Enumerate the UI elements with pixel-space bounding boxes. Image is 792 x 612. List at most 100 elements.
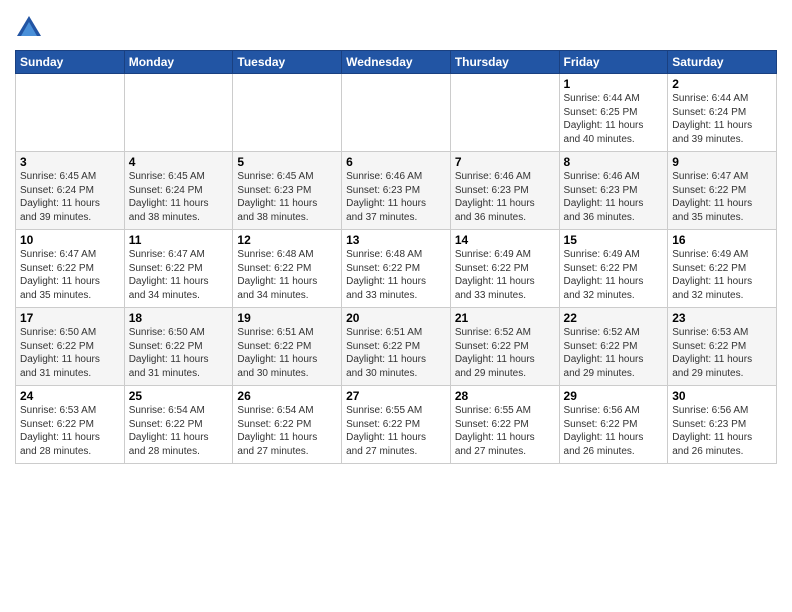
day-header-saturday: Saturday bbox=[668, 51, 777, 74]
day-info: Sunrise: 6:51 AM Sunset: 6:22 PM Dayligh… bbox=[346, 326, 446, 380]
week-row-4: 17Sunrise: 6:50 AM Sunset: 6:22 PM Dayli… bbox=[16, 308, 777, 386]
day-cell: 26Sunrise: 6:54 AM Sunset: 6:22 PM Dayli… bbox=[233, 386, 342, 464]
week-row-1: 1Sunrise: 6:44 AM Sunset: 6:25 PM Daylig… bbox=[16, 74, 777, 152]
day-number: 15 bbox=[564, 233, 664, 247]
day-number: 9 bbox=[672, 155, 772, 169]
day-number: 20 bbox=[346, 311, 446, 325]
day-info: Sunrise: 6:52 AM Sunset: 6:22 PM Dayligh… bbox=[564, 326, 664, 380]
day-cell: 1Sunrise: 6:44 AM Sunset: 6:25 PM Daylig… bbox=[559, 74, 668, 152]
day-cell: 7Sunrise: 6:46 AM Sunset: 6:23 PM Daylig… bbox=[450, 152, 559, 230]
day-cell: 10Sunrise: 6:47 AM Sunset: 6:22 PM Dayli… bbox=[16, 230, 125, 308]
day-header-monday: Monday bbox=[124, 51, 233, 74]
day-number: 11 bbox=[129, 233, 229, 247]
logo bbox=[15, 14, 47, 42]
day-info: Sunrise: 6:51 AM Sunset: 6:22 PM Dayligh… bbox=[237, 326, 337, 380]
day-number: 3 bbox=[20, 155, 120, 169]
day-cell: 15Sunrise: 6:49 AM Sunset: 6:22 PM Dayli… bbox=[559, 230, 668, 308]
day-header-tuesday: Tuesday bbox=[233, 51, 342, 74]
day-number: 6 bbox=[346, 155, 446, 169]
calendar-table: SundayMondayTuesdayWednesdayThursdayFrid… bbox=[15, 50, 777, 464]
day-info: Sunrise: 6:55 AM Sunset: 6:22 PM Dayligh… bbox=[455, 404, 555, 458]
day-number: 13 bbox=[346, 233, 446, 247]
day-info: Sunrise: 6:47 AM Sunset: 6:22 PM Dayligh… bbox=[672, 170, 772, 224]
day-number: 2 bbox=[672, 77, 772, 91]
day-number: 19 bbox=[237, 311, 337, 325]
day-cell: 24Sunrise: 6:53 AM Sunset: 6:22 PM Dayli… bbox=[16, 386, 125, 464]
week-row-2: 3Sunrise: 6:45 AM Sunset: 6:24 PM Daylig… bbox=[16, 152, 777, 230]
day-info: Sunrise: 6:45 AM Sunset: 6:24 PM Dayligh… bbox=[129, 170, 229, 224]
page: SundayMondayTuesdayWednesdayThursdayFrid… bbox=[0, 0, 792, 474]
day-info: Sunrise: 6:54 AM Sunset: 6:22 PM Dayligh… bbox=[237, 404, 337, 458]
day-cell bbox=[450, 74, 559, 152]
day-info: Sunrise: 6:50 AM Sunset: 6:22 PM Dayligh… bbox=[20, 326, 120, 380]
day-cell: 2Sunrise: 6:44 AM Sunset: 6:24 PM Daylig… bbox=[668, 74, 777, 152]
day-header-friday: Friday bbox=[559, 51, 668, 74]
day-cell: 19Sunrise: 6:51 AM Sunset: 6:22 PM Dayli… bbox=[233, 308, 342, 386]
day-cell bbox=[16, 74, 125, 152]
day-cell: 21Sunrise: 6:52 AM Sunset: 6:22 PM Dayli… bbox=[450, 308, 559, 386]
day-header-sunday: Sunday bbox=[16, 51, 125, 74]
logo-icon bbox=[15, 14, 43, 42]
day-cell: 16Sunrise: 6:49 AM Sunset: 6:22 PM Dayli… bbox=[668, 230, 777, 308]
day-number: 23 bbox=[672, 311, 772, 325]
day-number: 29 bbox=[564, 389, 664, 403]
header bbox=[15, 10, 777, 42]
day-cell: 20Sunrise: 6:51 AM Sunset: 6:22 PM Dayli… bbox=[342, 308, 451, 386]
day-info: Sunrise: 6:49 AM Sunset: 6:22 PM Dayligh… bbox=[672, 248, 772, 302]
week-row-3: 10Sunrise: 6:47 AM Sunset: 6:22 PM Dayli… bbox=[16, 230, 777, 308]
day-number: 4 bbox=[129, 155, 229, 169]
day-info: Sunrise: 6:44 AM Sunset: 6:24 PM Dayligh… bbox=[672, 92, 772, 146]
day-cell: 22Sunrise: 6:52 AM Sunset: 6:22 PM Dayli… bbox=[559, 308, 668, 386]
day-cell: 18Sunrise: 6:50 AM Sunset: 6:22 PM Dayli… bbox=[124, 308, 233, 386]
day-info: Sunrise: 6:47 AM Sunset: 6:22 PM Dayligh… bbox=[129, 248, 229, 302]
day-number: 14 bbox=[455, 233, 555, 247]
day-header-thursday: Thursday bbox=[450, 51, 559, 74]
day-cell: 6Sunrise: 6:46 AM Sunset: 6:23 PM Daylig… bbox=[342, 152, 451, 230]
day-number: 5 bbox=[237, 155, 337, 169]
day-info: Sunrise: 6:53 AM Sunset: 6:22 PM Dayligh… bbox=[672, 326, 772, 380]
day-number: 30 bbox=[672, 389, 772, 403]
day-cell: 23Sunrise: 6:53 AM Sunset: 6:22 PM Dayli… bbox=[668, 308, 777, 386]
day-cell: 29Sunrise: 6:56 AM Sunset: 6:22 PM Dayli… bbox=[559, 386, 668, 464]
day-cell: 4Sunrise: 6:45 AM Sunset: 6:24 PM Daylig… bbox=[124, 152, 233, 230]
day-cell: 3Sunrise: 6:45 AM Sunset: 6:24 PM Daylig… bbox=[16, 152, 125, 230]
day-cell: 9Sunrise: 6:47 AM Sunset: 6:22 PM Daylig… bbox=[668, 152, 777, 230]
header-row: SundayMondayTuesdayWednesdayThursdayFrid… bbox=[16, 51, 777, 74]
week-row-5: 24Sunrise: 6:53 AM Sunset: 6:22 PM Dayli… bbox=[16, 386, 777, 464]
day-number: 16 bbox=[672, 233, 772, 247]
day-info: Sunrise: 6:48 AM Sunset: 6:22 PM Dayligh… bbox=[346, 248, 446, 302]
day-cell bbox=[124, 74, 233, 152]
day-cell bbox=[342, 74, 451, 152]
day-info: Sunrise: 6:54 AM Sunset: 6:22 PM Dayligh… bbox=[129, 404, 229, 458]
day-info: Sunrise: 6:46 AM Sunset: 6:23 PM Dayligh… bbox=[564, 170, 664, 224]
day-info: Sunrise: 6:56 AM Sunset: 6:22 PM Dayligh… bbox=[564, 404, 664, 458]
day-number: 28 bbox=[455, 389, 555, 403]
day-info: Sunrise: 6:46 AM Sunset: 6:23 PM Dayligh… bbox=[455, 170, 555, 224]
day-info: Sunrise: 6:50 AM Sunset: 6:22 PM Dayligh… bbox=[129, 326, 229, 380]
day-header-wednesday: Wednesday bbox=[342, 51, 451, 74]
day-info: Sunrise: 6:52 AM Sunset: 6:22 PM Dayligh… bbox=[455, 326, 555, 380]
day-number: 1 bbox=[564, 77, 664, 91]
day-cell bbox=[233, 74, 342, 152]
day-number: 17 bbox=[20, 311, 120, 325]
day-number: 18 bbox=[129, 311, 229, 325]
day-info: Sunrise: 6:55 AM Sunset: 6:22 PM Dayligh… bbox=[346, 404, 446, 458]
day-number: 7 bbox=[455, 155, 555, 169]
day-number: 22 bbox=[564, 311, 664, 325]
day-number: 21 bbox=[455, 311, 555, 325]
day-info: Sunrise: 6:56 AM Sunset: 6:23 PM Dayligh… bbox=[672, 404, 772, 458]
day-cell: 30Sunrise: 6:56 AM Sunset: 6:23 PM Dayli… bbox=[668, 386, 777, 464]
day-cell: 28Sunrise: 6:55 AM Sunset: 6:22 PM Dayli… bbox=[450, 386, 559, 464]
day-number: 12 bbox=[237, 233, 337, 247]
day-cell: 25Sunrise: 6:54 AM Sunset: 6:22 PM Dayli… bbox=[124, 386, 233, 464]
day-info: Sunrise: 6:45 AM Sunset: 6:24 PM Dayligh… bbox=[20, 170, 120, 224]
day-number: 8 bbox=[564, 155, 664, 169]
day-cell: 13Sunrise: 6:48 AM Sunset: 6:22 PM Dayli… bbox=[342, 230, 451, 308]
day-cell: 12Sunrise: 6:48 AM Sunset: 6:22 PM Dayli… bbox=[233, 230, 342, 308]
day-info: Sunrise: 6:44 AM Sunset: 6:25 PM Dayligh… bbox=[564, 92, 664, 146]
day-info: Sunrise: 6:46 AM Sunset: 6:23 PM Dayligh… bbox=[346, 170, 446, 224]
day-cell: 5Sunrise: 6:45 AM Sunset: 6:23 PM Daylig… bbox=[233, 152, 342, 230]
day-cell: 11Sunrise: 6:47 AM Sunset: 6:22 PM Dayli… bbox=[124, 230, 233, 308]
day-info: Sunrise: 6:53 AM Sunset: 6:22 PM Dayligh… bbox=[20, 404, 120, 458]
day-cell: 8Sunrise: 6:46 AM Sunset: 6:23 PM Daylig… bbox=[559, 152, 668, 230]
